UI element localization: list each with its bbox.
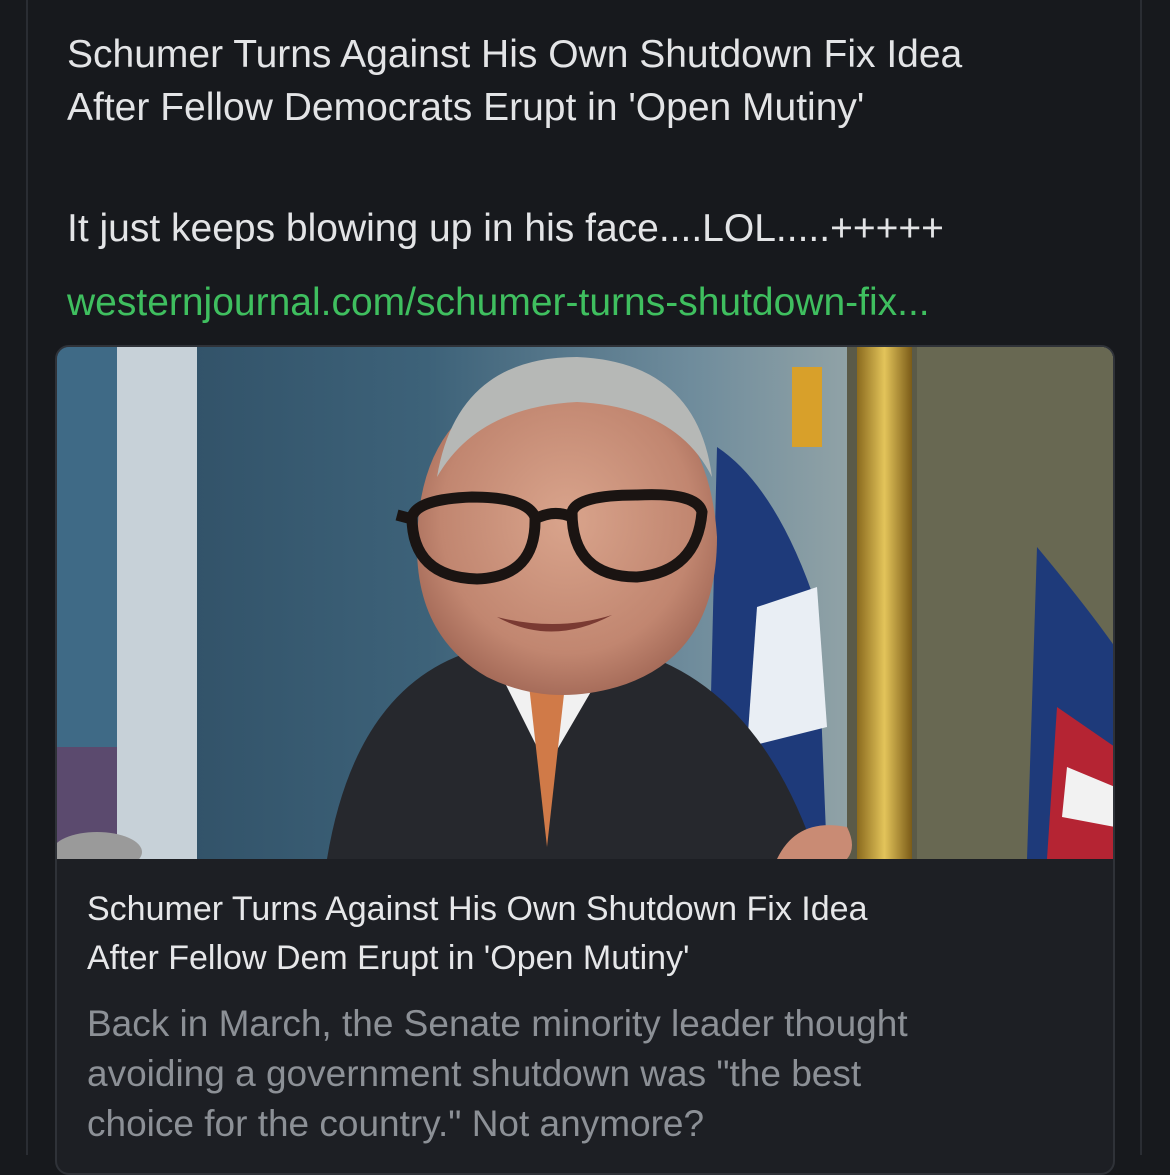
post-body: Schumer Turns Against His Own Shutdown F… bbox=[67, 28, 1077, 255]
link-preview-card[interactable]: Schumer Turns Against His Own Shutdown F… bbox=[55, 345, 1115, 1175]
post-comment: It just keeps blowing up in his face....… bbox=[67, 207, 944, 250]
post-text-line: Schumer Turns Against His Own Shutdown F… bbox=[67, 33, 963, 76]
article-thumbnail-image[interactable] bbox=[57, 347, 1113, 859]
card-description-line: choice for the country." Not anymore? bbox=[87, 1103, 705, 1144]
card-description-line: Back in March, the Senate minority leade… bbox=[87, 1003, 908, 1044]
card-body: Schumer Turns Against His Own Shutdown F… bbox=[87, 885, 1087, 1149]
card-title-line: Schumer Turns Against His Own Shutdown F… bbox=[87, 890, 868, 928]
card-description: Back in March, the Senate minority leade… bbox=[87, 999, 1087, 1149]
article-link[interactable]: westernjournal.com/schumer-turns-shutdow… bbox=[67, 276, 930, 329]
card-description-line: avoiding a government shutdown was "the … bbox=[87, 1053, 862, 1094]
card-title-line: After Fellow Dem Erupt in 'Open Mutiny' bbox=[87, 939, 690, 977]
post-text-line: After Fellow Democrats Erupt in 'Open Mu… bbox=[67, 86, 865, 129]
